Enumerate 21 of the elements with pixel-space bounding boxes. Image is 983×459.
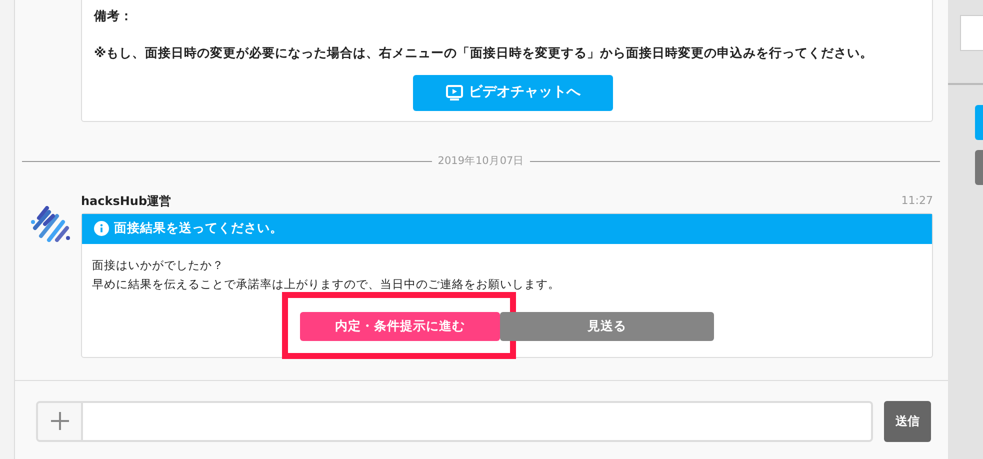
plus-icon — [50, 411, 70, 432]
date-divider-label: 2019年10月07日 — [438, 154, 524, 169]
decline-button[interactable]: 見送る — [500, 312, 714, 341]
sender-name: hacksHub運営 — [81, 192, 172, 210]
logo-icon — [30, 206, 70, 242]
note-label: 備考： — [94, 7, 134, 25]
video-chat-button[interactable]: ビデオチャットへ — [413, 74, 613, 110]
accept-button[interactable]: 内定・条件提示に進む — [300, 312, 500, 341]
sidebar-button[interactable] — [975, 105, 983, 140]
message-input[interactable] — [83, 400, 873, 442]
sidebar-button[interactable] — [960, 15, 983, 51]
send-button[interactable]: 送信 — [884, 400, 931, 442]
info-icon — [94, 221, 109, 236]
message-text: 面接はいかがでしたか？ — [92, 256, 225, 274]
message-text: 早めに結果を伝えることで承諾率は上がりますので、当日中のご連絡をお願いします。 — [92, 276, 561, 293]
message-header: 面接結果を送ってください。 — [82, 214, 932, 244]
sidebar-button[interactable] — [975, 150, 983, 185]
message-time: 11:27 — [901, 193, 933, 210]
attach-button[interactable] — [36, 400, 83, 442]
video-play-icon — [446, 84, 462, 100]
notice-text: ※もし、面接日時の変更が必要になった場合は、右メニューの「面接日時を変更する」から面接日時変更の申込みを行ってください。 — [94, 44, 874, 62]
